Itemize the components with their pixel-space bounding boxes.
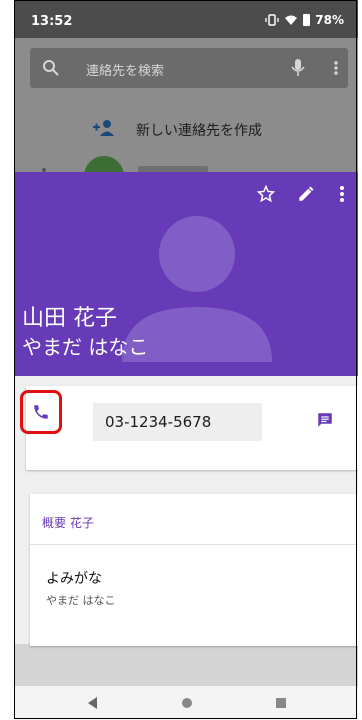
search-icon bbox=[43, 60, 59, 76]
furigana-value: やまだ はなこ bbox=[46, 594, 116, 607]
contact-name: 山田 花子 bbox=[22, 306, 117, 331]
phone-number: 03-1234-5678 bbox=[105, 413, 212, 431]
phone-card: 03-1234-5678 bbox=[20, 386, 358, 470]
phone-icon bbox=[34, 405, 48, 419]
status-time: 13:52 bbox=[31, 14, 73, 29]
divider bbox=[30, 544, 358, 545]
back-triangle-icon[interactable] bbox=[86, 696, 100, 710]
create-contact-label: 新しい連絡先を作成 bbox=[136, 123, 262, 139]
wifi-icon bbox=[285, 15, 298, 25]
contacts-list-background: 連絡先を検索 新しい連絡先を作成 bbox=[14, 38, 358, 196]
mic-icon[interactable] bbox=[290, 58, 306, 78]
right-margin bbox=[358, 0, 362, 720]
create-contact-row[interactable]: 新しい連絡先を作成 bbox=[14, 110, 358, 150]
phone-screen: 13:52 78% 連絡先を検索 新しい連絡先を作成 山田 花子 やまだ はなこ… bbox=[14, 0, 358, 720]
status-bar: 13:52 78% bbox=[14, 0, 358, 38]
contact-header: 山田 花子 やまだ はなこ bbox=[14, 172, 358, 376]
navigation-bar bbox=[14, 686, 358, 720]
search-bar[interactable]: 連絡先を検索 bbox=[30, 48, 348, 88]
status-icons: 78% bbox=[265, 13, 344, 27]
message-icon[interactable] bbox=[316, 411, 334, 429]
home-circle-icon[interactable] bbox=[180, 696, 194, 710]
furigana-label: よみがな bbox=[46, 571, 102, 587]
phone-number-field[interactable]: 03-1234-5678 bbox=[93, 403, 262, 441]
add-person-icon bbox=[93, 120, 114, 136]
edit-pencil-icon[interactable] bbox=[296, 184, 316, 204]
battery-icon bbox=[303, 14, 311, 26]
vibrate-icon bbox=[265, 14, 279, 26]
contact-name-kana: やまだ はなこ bbox=[22, 335, 149, 359]
about-title: 概要 花子 bbox=[42, 516, 94, 530]
left-margin bbox=[0, 0, 14, 720]
call-button[interactable] bbox=[20, 390, 62, 434]
search-placeholder: 連絡先を検索 bbox=[86, 64, 165, 79]
recents-square-icon[interactable] bbox=[274, 696, 288, 710]
more-vert-icon[interactable] bbox=[336, 184, 348, 204]
contact-details: 03-1234-5678 概要 花子 よみがな やまだ はなこ bbox=[14, 376, 358, 646]
star-outline-icon[interactable] bbox=[256, 184, 276, 204]
battery-percent: 78% bbox=[315, 13, 344, 27]
more-vert-icon[interactable] bbox=[328, 58, 344, 78]
about-card: 概要 花子 よみがな やまだ はなこ bbox=[30, 494, 358, 646]
